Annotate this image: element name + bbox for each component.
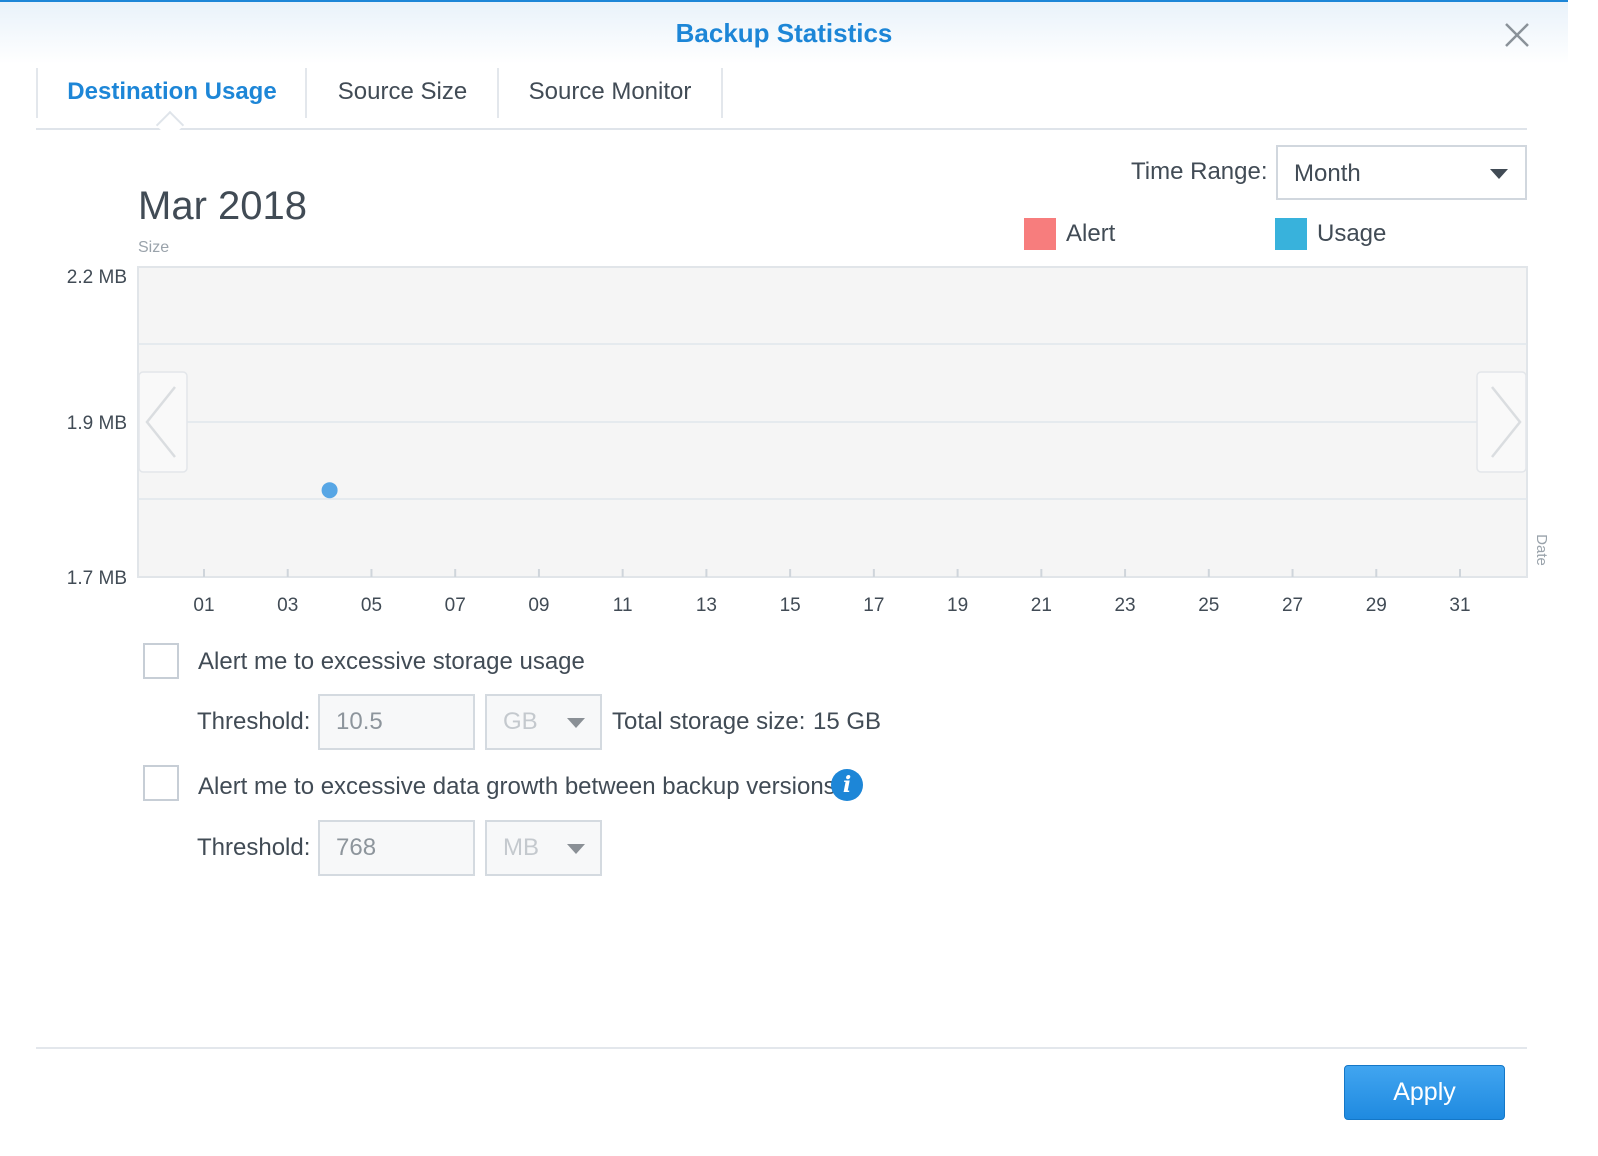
- chart-prev-button[interactable]: [138, 371, 188, 473]
- growth-alert-label: Alert me to excessive data growth betwee…: [198, 773, 836, 800]
- total-storage-label: Total storage size:: [612, 708, 806, 735]
- x-tick-label: 09: [528, 595, 549, 616]
- window-edge: [1568, 0, 1598, 1156]
- info-icon[interactable]: i: [831, 769, 863, 801]
- y-tick-label: 2.2 MB: [67, 267, 127, 288]
- x-tick-label: 11: [613, 595, 633, 616]
- footer-divider: [36, 1047, 1527, 1049]
- usage-chart: 01 03 05 07 09 11 13 15 17 19 21 23 25 27 29 31 2.2 MB 1…: [67, 266, 1550, 616]
- x-tick-label: 03: [277, 595, 298, 616]
- growth-alert-checkbox[interactable]: [143, 765, 179, 801]
- growth-threshold-label: Threshold:: [197, 834, 311, 861]
- x-tick-label: 05: [361, 595, 382, 616]
- x-tick-label: 25: [1198, 595, 1219, 616]
- x-tick-label: 17: [863, 595, 884, 616]
- storage-unit-select[interactable]: GB: [485, 694, 602, 750]
- x-tick-label: 21: [1031, 595, 1052, 616]
- x-tick-label: 19: [947, 595, 968, 616]
- storage-threshold-label: Threshold:: [197, 708, 311, 735]
- data-points: [321, 482, 338, 499]
- chart-next-button[interactable]: [1476, 371, 1527, 473]
- x-tick-label: 15: [780, 595, 801, 616]
- y-tick-label: 1.7 MB: [67, 568, 127, 589]
- total-storage-value: 15 GB: [813, 708, 882, 735]
- backup-statistics-dialog: Backup Statistics Destination Usage Sour…: [0, 0, 1568, 1156]
- x-tick-label: 29: [1366, 595, 1387, 616]
- usage-data-point[interactable]: [321, 482, 338, 499]
- storage-threshold-input[interactable]: 10.5: [318, 694, 475, 750]
- x-tick-label: 07: [445, 595, 466, 616]
- storage-alert-checkbox[interactable]: [143, 643, 179, 679]
- storage-threshold-value: 10.5: [336, 708, 383, 735]
- growth-threshold-value: 768: [336, 834, 377, 861]
- storage-alert-label: Alert me to excessive storage usage: [198, 648, 585, 675]
- y-axis-ticks: 2.2 MB 1.9 MB 1.7 MB: [67, 267, 127, 589]
- x-axis-title: Date: [1533, 534, 1550, 566]
- growth-unit-select[interactable]: MB: [485, 820, 602, 876]
- y-tick-label: 1.9 MB: [67, 413, 127, 434]
- apply-button[interactable]: Apply: [1344, 1065, 1505, 1120]
- caret-down-icon: [567, 718, 585, 728]
- x-tick-label: 23: [1114, 595, 1135, 616]
- growth-unit-value: MB: [503, 834, 539, 861]
- caret-down-icon: [567, 844, 585, 854]
- x-tick-label: 13: [696, 595, 717, 616]
- growth-threshold-input[interactable]: 768: [318, 820, 475, 876]
- storage-unit-value: GB: [503, 708, 538, 735]
- x-tick-label: 31: [1449, 595, 1470, 616]
- x-tick-label: 01: [193, 595, 214, 616]
- x-tick-label: 27: [1282, 595, 1303, 616]
